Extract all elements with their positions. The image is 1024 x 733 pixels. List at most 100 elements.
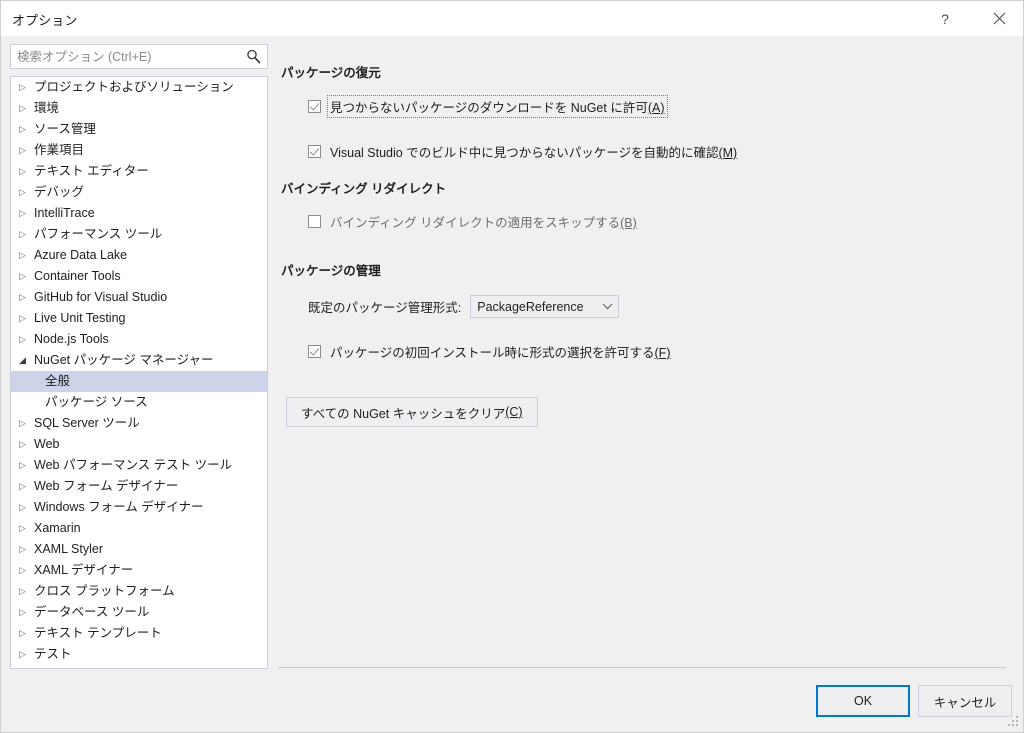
clear-nuget-caches-button[interactable]: すべての NuGet キャッシュをクリア (C) <box>286 397 538 427</box>
tree-item[interactable]: ▷ SQL Server ツール <box>11 413 267 434</box>
tree-item[interactable]: ▷ GitHub for Visual Studio <box>11 287 267 308</box>
chevron-right-icon[interactable]: ▷ <box>19 518 34 539</box>
chevron-right-icon[interactable]: ▷ <box>19 98 34 119</box>
chevron-right-icon[interactable]: ▷ <box>19 224 34 245</box>
tree-item[interactable]: ▷ プロジェクトおよびソリューション <box>11 77 267 98</box>
tree-item[interactable]: ▷ Container Tools <box>11 266 267 287</box>
checkbox-auto-check[interactable] <box>308 145 321 158</box>
chevron-right-icon[interactable]: ▷ <box>19 203 34 224</box>
chevron-right-icon[interactable]: ▷ <box>19 245 34 266</box>
tree-item-label: Web パフォーマンス テスト ツール <box>34 458 233 472</box>
tree-item-label: Xamarin <box>34 521 81 535</box>
tree-item[interactable]: ▷ Web フォーム デザイナー <box>11 476 267 497</box>
clear-nuget-caches-accel: (C) <box>505 405 523 419</box>
tree-item[interactable]: ◢ NuGet パッケージ マネージャー <box>11 350 267 371</box>
tree-item[interactable]: ▷ データベース ツール <box>11 602 267 623</box>
checkbox-label-allow-download[interactable]: 見つからないパッケージのダウンロードを NuGet に許可(A) <box>327 95 668 118</box>
tree-item[interactable]: ▷ パフォーマンス ツール <box>11 224 267 245</box>
checkbox-row-allow-format-choice[interactable]: パッケージの初回インストール時に形式の選択を許可する(F) <box>308 341 672 362</box>
chevron-right-icon[interactable]: ▷ <box>19 413 34 434</box>
search-box[interactable] <box>10 44 268 69</box>
tree-item-label: テスト <box>34 647 72 661</box>
search-icon[interactable] <box>245 48 262 65</box>
chevron-right-icon[interactable]: ▷ <box>19 140 34 161</box>
chevron-right-icon[interactable]: ▷ <box>19 581 34 602</box>
tree-item[interactable]: ▷ XAML デザイナー <box>11 560 267 581</box>
tree-item[interactable]: ▷ 作業項目 <box>11 140 267 161</box>
chevron-right-icon[interactable]: ▷ <box>19 455 34 476</box>
checkbox-text-allow-format-choice: パッケージの初回インストール時に形式の選択を許可する <box>330 346 655 360</box>
checkbox-accel-allow-download: (A) <box>647 101 665 115</box>
chevron-down-icon[interactable]: ◢ <box>19 350 34 371</box>
tree-item[interactable]: ▷ テスト <box>11 644 267 665</box>
tree-item-label: プロジェクトおよびソリューション <box>34 80 234 94</box>
chevron-right-icon[interactable]: ▷ <box>19 329 34 350</box>
chevron-right-icon[interactable]: ▷ <box>19 560 34 581</box>
ok-button-label: OK <box>853 694 873 708</box>
tree-item-label: パッケージ ソース <box>45 395 148 409</box>
checkbox-text-skip-binding: バインディング リダイレクトの適用をスキップする <box>330 216 621 230</box>
default-format-row: 既定のパッケージ管理形式: PackageReference <box>308 295 620 318</box>
tree-item[interactable]: ▷ Web パフォーマンス テスト ツール <box>11 455 267 476</box>
checkbox-accel-auto-check: (M) <box>718 146 738 160</box>
chevron-right-icon[interactable]: ▷ <box>19 434 34 455</box>
chevron-down-icon <box>596 303 618 310</box>
checkbox-allow-download[interactable] <box>308 100 321 113</box>
tree-item[interactable]: ▷ テキスト テンプレート <box>11 623 267 644</box>
chevron-right-icon[interactable]: ▷ <box>19 539 34 560</box>
tree-item-label: Azure Data Lake <box>34 248 128 262</box>
checkbox-label-skip-binding[interactable]: バインディング リダイレクトの適用をスキップする(B) <box>328 211 639 232</box>
chevron-right-icon[interactable]: ▷ <box>19 308 34 329</box>
chevron-right-icon[interactable]: ▷ <box>19 602 34 623</box>
chevron-right-icon[interactable]: ▷ <box>19 476 34 497</box>
tree-item[interactable]: ▷ デバッグ <box>11 182 267 203</box>
tree-item[interactable]: ▷ Xamarin <box>11 518 267 539</box>
tree-item[interactable]: ▷ ソース管理 <box>11 119 267 140</box>
tree-item[interactable]: ▷ Live Unit Testing <box>11 308 267 329</box>
checkbox-label-allow-format-choice[interactable]: パッケージの初回インストール時に形式の選択を許可する(F) <box>328 341 672 362</box>
tree-item[interactable]: ▷ クロス プラットフォーム <box>11 581 267 602</box>
checkbox-text-allow-download: 見つからないパッケージのダウンロードを NuGet に許可 <box>330 101 648 115</box>
tree-item[interactable]: ▷ Web <box>11 434 267 455</box>
title-bar: オプション ? <box>1 1 1023 36</box>
checkbox-row-auto-check[interactable]: Visual Studio でのビルド中に見つからないパッケージを自動的に確認(… <box>308 141 739 162</box>
chevron-right-icon[interactable]: ▷ <box>19 161 34 182</box>
chevron-right-icon[interactable]: ▷ <box>19 287 34 308</box>
chevron-right-icon[interactable]: ▷ <box>19 497 34 518</box>
tree-item[interactable]: ▷ Azure Data Lake <box>11 245 267 266</box>
tree-item-label: テキスト テンプレート <box>34 626 162 640</box>
tree-item[interactable]: ▷ 環境 <box>11 98 267 119</box>
help-icon[interactable]: ? <box>922 1 968 36</box>
tree-item-label: NuGet パッケージ マネージャー <box>34 353 214 367</box>
options-tree[interactable]: ▷ プロジェクトおよびソリューション ▷ 環境 ▷ ソース管理 ▷ 作業項目 ▷ テキスト エディ… <box>10 76 268 669</box>
chevron-right-icon[interactable]: ▷ <box>19 119 34 140</box>
chevron-right-icon[interactable]: ▷ <box>19 77 34 98</box>
chevron-right-icon[interactable]: ▷ <box>19 266 34 287</box>
chevron-right-icon[interactable]: ▷ <box>19 644 34 665</box>
chevron-right-icon[interactable]: ▷ <box>19 623 34 644</box>
tree-item[interactable]: パッケージ ソース <box>11 392 267 413</box>
checkbox-accel-allow-format-choice: (F) <box>654 346 671 360</box>
checkbox-label-auto-check[interactable]: Visual Studio でのビルド中に見つからないパッケージを自動的に確認(… <box>328 141 739 162</box>
tree-item-label: ソース管理 <box>34 122 96 136</box>
tree-item[interactable]: ▷ テキスト エディター <box>11 161 267 182</box>
cancel-button[interactable]: キャンセル <box>918 685 1012 717</box>
checkbox-skip-binding[interactable] <box>308 215 321 228</box>
checkbox-row-allow-download[interactable]: 見つからないパッケージのダウンロードを NuGet に許可(A) <box>308 95 668 118</box>
close-icon[interactable] <box>976 1 1022 36</box>
tree-item[interactable]: ▷ Windows フォーム デザイナー <box>11 497 267 518</box>
section-heading-manage: パッケージの管理 <box>281 264 381 278</box>
tree-item[interactable]: ▷ Node.js Tools <box>11 329 267 350</box>
tree-item-label: 作業項目 <box>34 143 85 157</box>
default-format-label: 既定のパッケージ管理形式: <box>308 301 462 315</box>
tree-item[interactable]: ▷ XAML Styler <box>11 539 267 560</box>
default-format-dropdown[interactable]: PackageReference <box>470 295 620 318</box>
tree-item[interactable]: 全般 <box>11 371 267 392</box>
checkbox-allow-format-choice[interactable] <box>308 345 321 358</box>
resize-grip[interactable] <box>1007 716 1019 728</box>
tree-item[interactable]: ▷ IntelliTrace <box>11 203 267 224</box>
ok-button[interactable]: OK <box>816 685 910 717</box>
checkbox-row-skip-binding[interactable]: バインディング リダイレクトの適用をスキップする(B) <box>308 211 639 232</box>
chevron-right-icon[interactable]: ▷ <box>19 182 34 203</box>
search-input[interactable] <box>11 45 239 68</box>
